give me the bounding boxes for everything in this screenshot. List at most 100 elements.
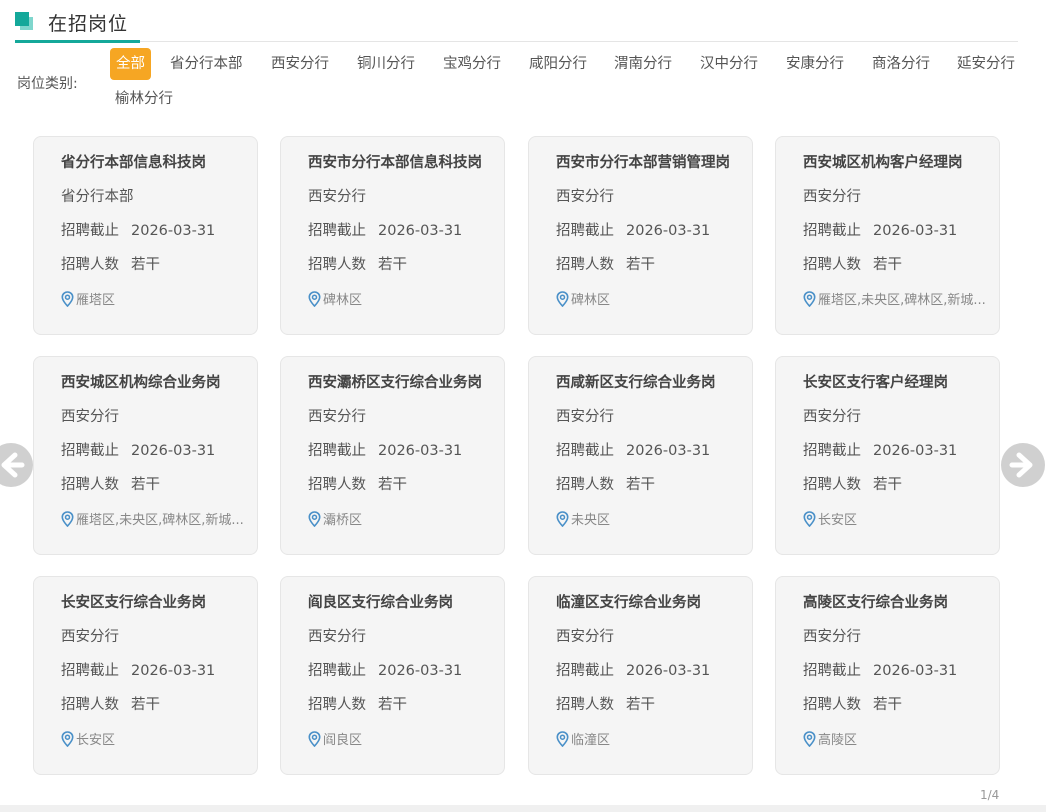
count-label: 招聘人数 [556,257,614,273]
job-card[interactable]: 西安市分行本部信息科技岗 西安分行招聘截止 2026-03-31 招聘人数 若干碑林区 [280,136,505,335]
job-headcount: 招聘人数 若干 [61,693,160,714]
job-deadline: 招聘截止 2026-03-31 [61,439,215,460]
job-location: 雁塔区 [61,289,251,308]
job-title: 临潼区支行综合业务岗 [556,595,701,611]
filter-chip-baoji[interactable]: 宝鸡分行 [443,48,501,80]
deadline-value: 2026-03-31 [873,443,958,459]
job-headcount: 招聘人数 若干 [308,253,407,274]
count-value: 若干 [131,697,160,713]
filter-chip-shangluo[interactable]: 商洛分行 [872,48,930,80]
location-pin-icon [556,731,569,747]
filter-chip-xian[interactable]: 西安分行 [271,48,329,80]
filter-chip-yulin[interactable]: 榆林分行 [115,83,173,115]
filter-chip-ankang[interactable]: 安康分行 [786,48,844,80]
prev-page-button[interactable] [0,443,33,487]
job-branch: 西安分行 [556,629,614,645]
job-title: 省分行本部信息科技岗 [61,155,206,171]
location-pin-icon [61,511,74,527]
location-pin-icon [803,731,816,747]
job-branch: 西安分行 [308,189,366,205]
count-value: 若干 [626,477,655,493]
job-deadline: 招聘截止 2026-03-31 [803,659,957,680]
job-card[interactable]: 西安市分行本部营销管理岗 西安分行 招聘截止 2026-03-31 招聘人数 若干 碑林区 [528,136,753,335]
count-value: 若干 [626,257,655,273]
job-headcount: 招聘人数 若干 [556,473,655,494]
count-label: 招聘人数 [556,477,614,493]
location-pin-icon [803,511,816,527]
job-card[interactable]: 西安城区机构综合业务岗 西安分行 招聘截止 2026-03-31 招聘人数 若干 雁塔区,未… [33,356,258,555]
count-label: 招聘人数 [61,257,119,273]
filter-chip-province-hq[interactable]: 省分行本部 [170,48,243,80]
count-label: 招聘人数 [803,257,861,273]
section-mark-icon [15,12,33,30]
job-card[interactable]: 长安区支行客户经理岗 西安分行 招聘截止 2026-03-31 招聘人数 若干 长安区 [775,356,1000,555]
location-text: 长安区 [818,513,858,528]
location-pin-icon [61,291,74,307]
job-location: 碑林区 [308,289,498,308]
section-header: 在招岗位 [15,8,1018,43]
count-value: 若干 [378,477,407,493]
job-card[interactable]: 长安区支行综合业务岗 西安分行 招聘截止 2026-03-31 招聘人数 若干 长安区 [33,576,258,775]
job-location: 阎良区 [308,729,498,748]
job-deadline: 招聘截止 2026-03-31 [556,439,710,460]
count-label: 招聘人数 [308,477,366,493]
count-value: 若干 [378,697,407,713]
job-card[interactable]: 阎良区支行综合业务岗 西安分行 招聘截止 2026-03-31 招聘人数 若干 阎良区 [280,576,505,775]
arrow-right-icon [1009,452,1033,478]
filter-chip-hanzhong[interactable]: 汉中分行 [700,48,758,80]
job-branch: 西安分行 [803,409,861,425]
location-text: 长安区 [76,733,116,748]
count-value: 若干 [873,477,902,493]
job-card[interactable]: 省分行本部信息科技岗 省分行本部 招聘截止 2026-03-31 招聘人数 若干 雁塔区 [33,136,258,335]
job-headcount: 招聘人数 若干 [61,253,160,274]
location-pin-icon [308,291,321,307]
job-card[interactable]: 西安灞桥区支行综合业务岗 西安分行 招聘截止 2026-03-31 招聘人数 若干 灞桥区 [280,356,505,555]
job-deadline: 招聘截止 2026-03-31 [308,659,462,680]
page-indicator: 1/4 [980,788,1000,802]
deadline-label: 招聘截止 [803,663,861,679]
count-label: 招聘人数 [803,477,861,493]
job-title: 西咸新区支行综合业务岗 [556,375,716,391]
filter-chip-yanan[interactable]: 延安分行 [957,48,1015,80]
deadline-value: 2026-03-31 [873,663,958,679]
job-card[interactable]: 西安城区机构客户经理岗 西安分行 招聘截止 2026-03-31 招聘人数 若干 雁塔区,未… [775,136,1000,335]
job-deadline: 招聘截止 2026-03-31 [556,219,710,240]
job-headcount: 招聘人数 若干 [556,253,655,274]
filter-chip-xianyang[interactable]: 咸阳分行 [529,48,587,80]
job-deadline: 招聘截止 2026-03-31 [308,219,462,240]
job-location: 长安区 [803,509,993,528]
next-page-button[interactable] [1001,443,1045,487]
job-branch: 西安分行 [308,629,366,645]
job-title: 西安市分行本部信息科技岗 [308,155,482,171]
location-text: 碑林区 [571,293,611,308]
job-location: 临潼区 [556,729,746,748]
job-deadline: 招聘截止 2026-03-31 [308,439,462,460]
deadline-value: 2026-03-31 [626,223,711,239]
location-text: 临潼区 [571,733,611,748]
job-card[interactable]: 高陵区支行综合业务岗 西安分行 招聘截止 2026-03-31 招聘人数 若干 高陵区 [775,576,1000,775]
deadline-value: 2026-03-31 [873,223,958,239]
job-card[interactable]: 临潼区支行综合业务岗 西安分行招聘截止 2026-03-31 招聘人数 若干临潼区 [528,576,753,775]
job-branch: 西安分行 [308,409,366,425]
job-headcount: 招聘人数 若干 [556,693,655,714]
count-value: 若干 [626,697,655,713]
count-value: 若干 [131,477,160,493]
count-value: 若干 [131,257,160,273]
section-title: 在招岗位 [48,13,129,35]
job-branch: 西安分行 [61,629,119,645]
location-pin-icon [308,511,321,527]
filter-chip-tongchuan[interactable]: 铜川分行 [357,48,415,80]
filter-chip-weinan[interactable]: 渭南分行 [614,48,672,80]
location-text: 灞桥区 [323,513,363,528]
filter-chip-all[interactable]: 全部 [110,48,151,80]
job-deadline: 招聘截止 2026-03-31 [556,659,710,680]
count-value: 若干 [378,257,407,273]
job-title: 西安城区机构客户经理岗 [803,155,963,171]
job-card[interactable]: 西咸新区支行综合业务岗 西安分行 招聘截止 2026-03-31 招聘人数 若干 未央区 [528,356,753,555]
deadline-label: 招聘截止 [803,443,861,459]
count-label: 招聘人数 [61,697,119,713]
job-title: 西安城区机构综合业务岗 [61,375,221,391]
location-text: 雁塔区,未央区,碑林区,新城... [818,293,986,308]
job-headcount: 招聘人数 若干 [308,473,407,494]
job-headcount: 招聘人数 若干 [803,473,902,494]
